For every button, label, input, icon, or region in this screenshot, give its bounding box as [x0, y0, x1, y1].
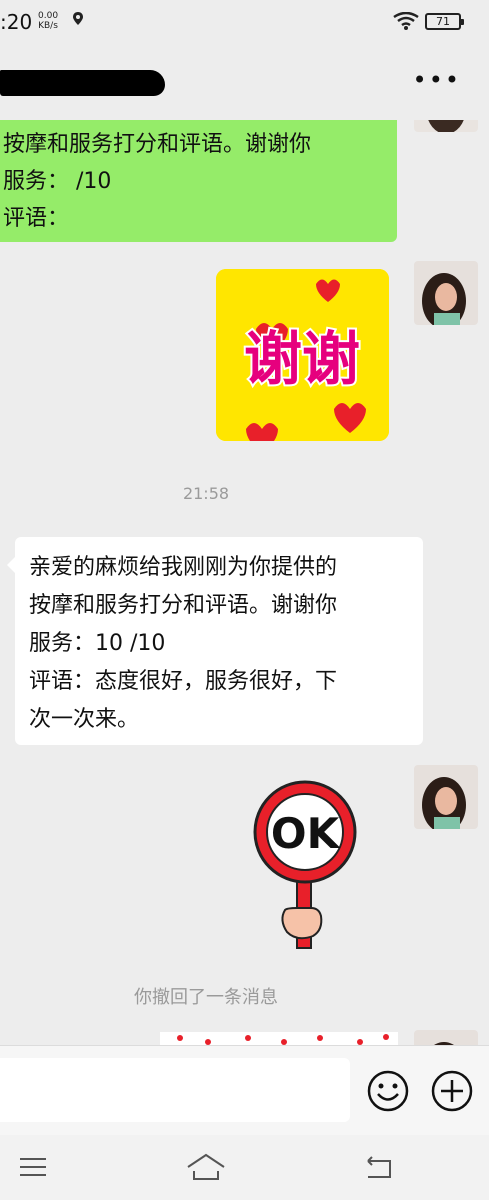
smiley-icon[interactable] [366, 1069, 410, 1113]
message-list[interactable]: 按摩和服务打分和评语。谢谢你 服务： /10 评语： 谢谢 21:58 亲爱的麻… [0, 120, 489, 1045]
location-icon [73, 12, 83, 32]
avatar[interactable] [414, 1030, 478, 1045]
home-icon[interactable] [186, 1149, 225, 1185]
message-bubble-incoming[interactable]: 亲爱的麻烦给我刚刚为你提供的 按摩和服务打分和评语。谢谢你 服务：10 /10 … [7, 537, 423, 745]
plus-circle-icon[interactable] [430, 1069, 474, 1113]
network-speed-unit: KB/s [38, 21, 58, 31]
message-line: 次一次来。 [29, 707, 140, 732]
sticker-ok-text: OK [271, 809, 341, 858]
sticker-ok[interactable]: OK [245, 780, 365, 955]
battery-level: 71 [436, 15, 450, 28]
avatar[interactable] [414, 765, 478, 829]
message-line: 评语： [3, 206, 70, 231]
avatar[interactable] [414, 120, 478, 132]
message-line: 服务： /10 [3, 169, 112, 194]
input-bar [0, 1045, 489, 1135]
avatar[interactable] [414, 261, 478, 325]
network-speed-value: 0.00 [38, 11, 59, 21]
battery-icon: 71 [425, 13, 464, 30]
more-horizontal-icon[interactable]: ••• [413, 66, 461, 94]
chat-header: ••• [0, 44, 489, 120]
menu-icon[interactable] [16, 1149, 52, 1185]
contact-name [0, 70, 165, 96]
back-icon[interactable] [362, 1149, 398, 1185]
message-bubble-outgoing[interactable]: 按摩和服务打分和评语。谢谢你 服务： /10 评语： [0, 120, 397, 242]
sticker-thanks-text: 谢谢 [244, 325, 360, 393]
network-speed: 0.00 KB/s [38, 11, 58, 31]
message-input[interactable] [0, 1058, 350, 1122]
wifi-icon [393, 11, 419, 34]
recall-notice: 你撤回了一条消息 [134, 987, 278, 1008]
status-bar: :20 0.00 KB/s 71 [0, 0, 489, 44]
message-line: 评语：态度很好，服务很好，下 [29, 669, 338, 694]
message-line: 服务：10 /10 [29, 631, 166, 656]
message-line: 按摩和服务打分和评语。谢谢你 [29, 593, 338, 618]
message-line: 亲爱的麻烦给我刚刚为你提供的 [29, 555, 338, 580]
status-time: :20 [0, 10, 33, 34]
system-nav-bar [0, 1135, 489, 1200]
message-line: 按摩和服务打分和评语。谢谢你 [3, 132, 312, 157]
time-divider: 21:58 [182, 484, 230, 503]
sticker-thanks[interactable]: 谢谢 [216, 269, 389, 441]
sticker-partial[interactable] [160, 1032, 398, 1045]
